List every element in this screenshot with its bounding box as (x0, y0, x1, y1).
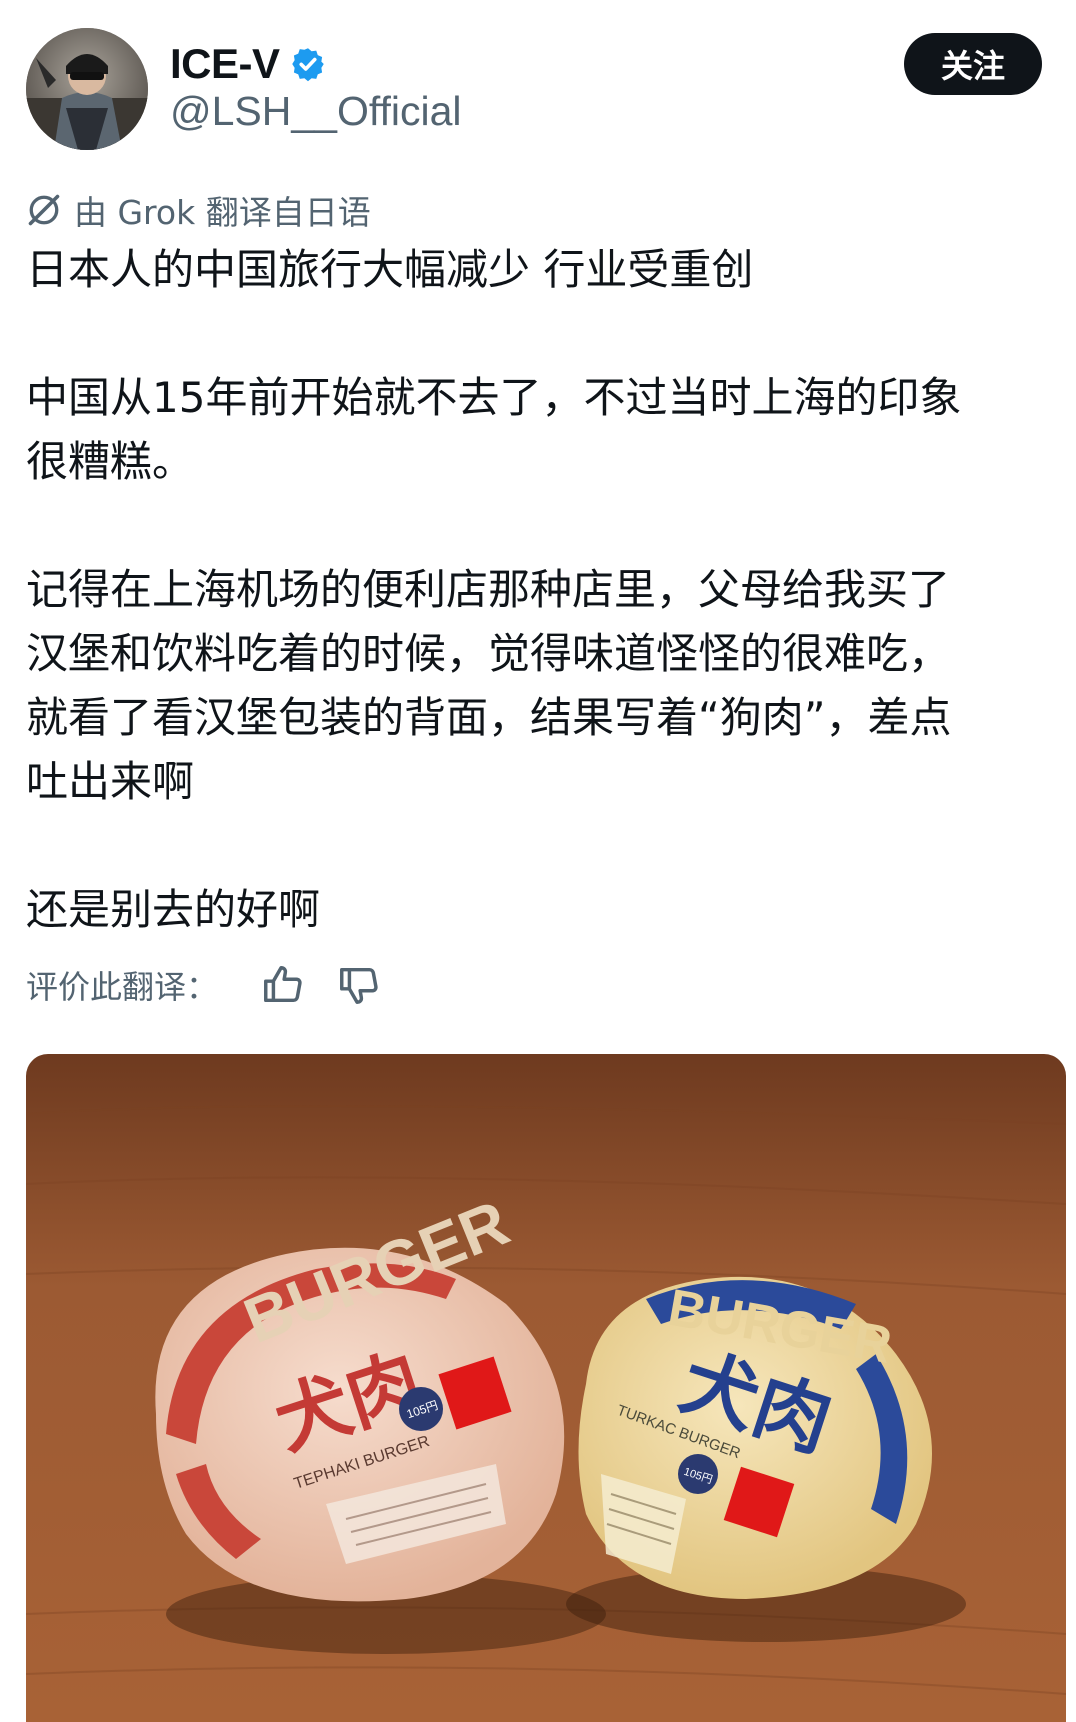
post-media-image[interactable]: BURGER 犬肉 TEPHAKI BURGER 105円 BURGER 犬肉 … (26, 1054, 1066, 1722)
post-line: 就看了看汉堡包装的背面，结果写着“狗肉”，差点 (26, 693, 952, 742)
burger-photo: BURGER 犬肉 TEPHAKI BURGER 105円 BURGER 犬肉 … (26, 1054, 1066, 1722)
thumbs-up-icon[interactable] (260, 962, 306, 1008)
translation-note-text: 由 Grok 翻译自日语 (74, 193, 371, 232)
author-handle[interactable]: @LSH__Official (170, 88, 462, 135)
author-name-row: ICE-V (170, 40, 326, 88)
author-display-name[interactable]: ICE-V (170, 40, 280, 88)
translation-note[interactable]: 由 Grok 翻译自日语 (26, 186, 371, 234)
grok-icon (28, 194, 60, 226)
post-line: 日本人的中国旅行大幅减少 行业受重创 (26, 245, 754, 294)
post-line: 中国从15年前开始就不去了，不过当时上海的印象 (26, 373, 962, 422)
post-line: 汉堡和饮料吃着的时候，觉得味道怪怪的很难吃， (26, 629, 951, 678)
rate-translation: 评价此翻译： (26, 962, 382, 1008)
avatar[interactable] (26, 28, 148, 150)
right-burger: BURGER 犬肉 TURKAC BURGER 105円 (578, 1276, 932, 1599)
verified-badge-icon (291, 48, 324, 82)
post-line: 记得在上海机场的便利店那种店里，父母给我买了 (26, 565, 951, 614)
avatar-photo (26, 28, 148, 150)
rate-translation-label: 评价此翻译： (26, 968, 219, 1006)
post-line: 吐出来啊 (26, 757, 195, 806)
thumbs-down-icon[interactable] (336, 962, 382, 1008)
post-text: 日本人的中国旅行大幅减少 行业受重创 中国从15年前开始就不去了，不过当时上海的… (26, 238, 1066, 942)
follow-button[interactable]: 关注 (904, 33, 1042, 95)
post-line: 很糟糕。 (26, 437, 195, 486)
post-line: 还是别去的好啊 (26, 885, 321, 934)
